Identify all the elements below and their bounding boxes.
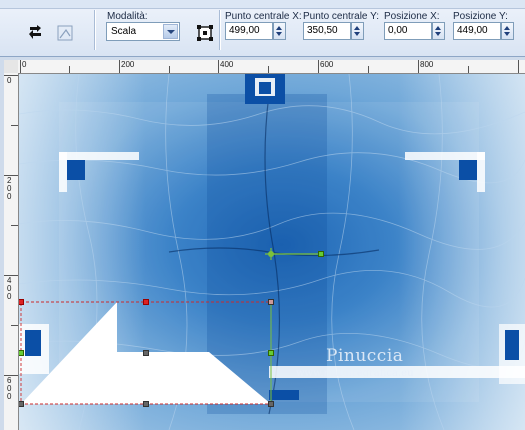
- handle-center[interactable]: [143, 350, 149, 356]
- center-x-stepper[interactable]: [273, 22, 286, 40]
- canvas-artwork: [19, 74, 525, 430]
- toolbar: Modalità: Scala Punto centrale X: 499,00…: [0, 0, 525, 57]
- reset-icon[interactable]: [24, 22, 46, 44]
- handle-top-left[interactable]: [19, 299, 24, 305]
- ruler-label: 0: [7, 76, 12, 85]
- toolbar-separator: [219, 10, 220, 50]
- handle-bottom-left[interactable]: [19, 401, 24, 407]
- transform-icon[interactable]: [54, 22, 76, 44]
- mode-select-value: Scala: [111, 26, 137, 37]
- ruler-label: 200: [121, 60, 135, 69]
- pos-y-field[interactable]: 449,00: [453, 22, 501, 40]
- center-x-field[interactable]: 499,00: [225, 22, 273, 40]
- handle-middle-right[interactable]: [268, 350, 274, 356]
- ruler-label: 400: [220, 60, 234, 69]
- pos-y-label: Posizione Y:: [453, 11, 508, 22]
- pos-y-stepper[interactable]: [501, 22, 514, 40]
- toolbar-top-strip: [0, 0, 525, 9]
- mode-select[interactable]: Scala: [106, 22, 180, 41]
- ruler-label: 0: [22, 60, 27, 69]
- pos-x-label: Posizione X:: [384, 11, 440, 22]
- handle-top-middle[interactable]: [143, 299, 149, 305]
- ruler-label: 4 0 0: [7, 276, 12, 301]
- horizontal-ruler: 0 200 400 600 800: [18, 60, 525, 74]
- rotation-handle[interactable]: [318, 251, 324, 257]
- pos-x-field[interactable]: 0,00: [384, 22, 432, 40]
- center-y-label: Punto centrale Y:: [303, 11, 379, 22]
- ruler-label: 600: [320, 60, 334, 69]
- ruler-label: 6 0 0: [7, 376, 12, 401]
- handle-bottom-right[interactable]: [268, 401, 274, 407]
- ruler-label: 800: [420, 60, 434, 69]
- image-canvas[interactable]: [19, 74, 525, 430]
- watermark-name: Pinuccia: [326, 346, 404, 366]
- chevron-down-icon[interactable]: [163, 24, 178, 39]
- mode-label: Modalità:: [107, 11, 148, 22]
- pos-x-stepper[interactable]: [432, 22, 445, 40]
- handle-middle-left[interactable]: [19, 350, 24, 356]
- vertical-ruler: 0 2 0 0 4 0 0 6 0 0: [4, 73, 19, 430]
- watermark-site: www.maidiregrafica.eu: [296, 368, 414, 379]
- center-y-stepper[interactable]: [351, 22, 364, 40]
- handle-bottom-middle[interactable]: [143, 401, 149, 407]
- handle-top-right[interactable]: [268, 299, 274, 305]
- ruler-label: 2 0 0: [7, 176, 12, 201]
- center-y-field[interactable]: 350,50: [303, 22, 351, 40]
- toolbar-separator: [94, 10, 95, 50]
- ruler-corner: [4, 60, 18, 73]
- center-icon[interactable]: [194, 22, 216, 44]
- center-x-label: Punto centrale X:: [225, 11, 302, 22]
